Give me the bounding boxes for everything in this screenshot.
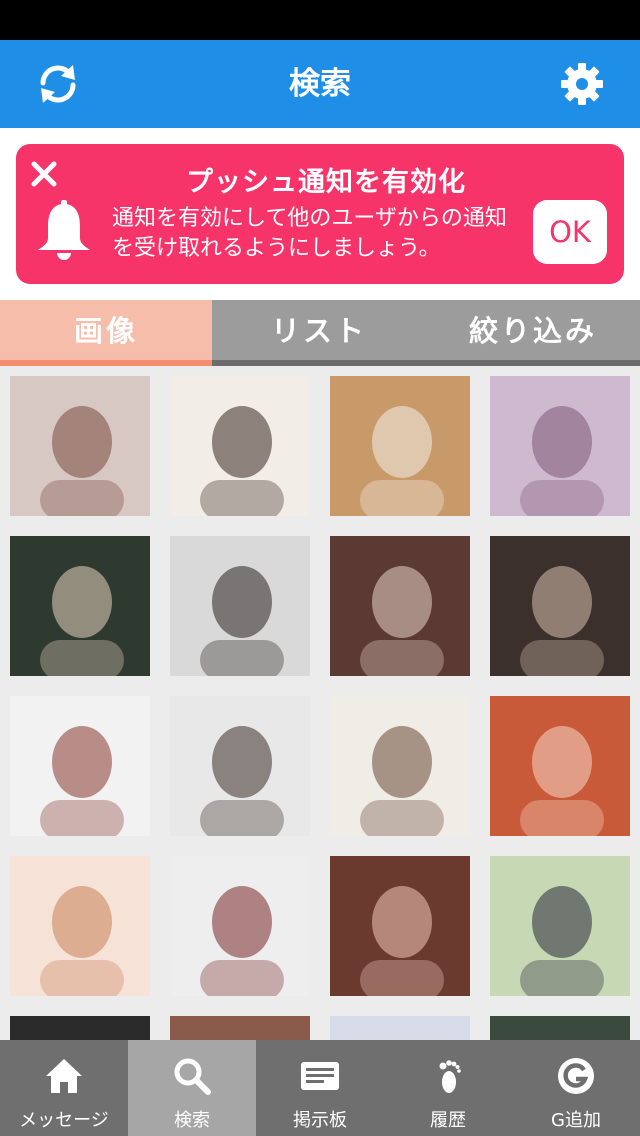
profile-photo[interactable]: [10, 696, 150, 836]
profile-photo[interactable]: [330, 856, 470, 996]
photo-placeholder: [170, 376, 310, 516]
bottom-tab-bar: メッセージ 検索 掲示板 履歴 G追加: [0, 1040, 640, 1136]
bell-icon: [38, 200, 90, 260]
close-icon[interactable]: [30, 160, 58, 188]
photo-placeholder: [490, 536, 630, 676]
profile-photo[interactable]: [490, 696, 630, 836]
photo-placeholder: [330, 536, 470, 676]
tabbar-item-history[interactable]: 履歴: [384, 1040, 512, 1136]
profile-photo[interactable]: [10, 536, 150, 676]
tabbar-label: G追加: [551, 1110, 601, 1131]
banner-message-line1: 通知を有効にして他のユーザからの通知: [112, 206, 507, 231]
photo-placeholder: [170, 1016, 310, 1040]
tabbar-item-board[interactable]: 掲示板: [256, 1040, 384, 1136]
banner-message-line2: を受け取れるようにしましょう。: [112, 236, 441, 261]
photo-placeholder: [170, 696, 310, 836]
tabbar-label: 履歴: [430, 1110, 466, 1131]
tabbar-label: メッセージ: [19, 1110, 109, 1131]
board-icon: [301, 1062, 339, 1090]
banner-message: 通知を有効にして他のユーザからの通知 を受け取れるようにしましょう。: [112, 204, 528, 264]
profile-photo[interactable]: [490, 536, 630, 676]
page-title: 検索: [289, 66, 351, 102]
profile-photo[interactable]: [330, 536, 470, 676]
view-tabs: 画像 リスト 絞り込み: [0, 300, 640, 366]
photo-placeholder: [330, 856, 470, 996]
tabbar-item-g-add[interactable]: G追加: [512, 1040, 640, 1136]
photo-placeholder: [490, 376, 630, 516]
photo-grid: [0, 366, 640, 1040]
gear-icon[interactable]: [560, 62, 604, 106]
profile-photo[interactable]: [10, 856, 150, 996]
home-icon: [46, 1059, 82, 1093]
photo-placeholder: [330, 696, 470, 836]
profile-photo[interactable]: [490, 856, 630, 996]
photo-placeholder: [10, 536, 150, 676]
profile-photo[interactable]: [170, 696, 310, 836]
g-circle-icon: [558, 1058, 594, 1094]
profile-photo[interactable]: [330, 696, 470, 836]
profile-photo[interactable]: [330, 376, 470, 516]
tabbar-item-message[interactable]: メッセージ: [0, 1040, 128, 1136]
tabbar-label: 検索: [174, 1110, 210, 1131]
tabbar-item-search[interactable]: 検索: [128, 1040, 256, 1136]
photo-placeholder: [490, 856, 630, 996]
profile-photo[interactable]: [10, 1016, 150, 1040]
tab-list[interactable]: リスト: [212, 300, 426, 366]
photo-placeholder: [330, 376, 470, 516]
push-notification-banner: プッシュ通知を有効化 通知を有効にして他のユーザからの通知 を受け取れるようにし…: [16, 144, 624, 284]
photo-placeholder: [10, 376, 150, 516]
profile-photo[interactable]: [490, 1016, 630, 1040]
search-icon: [174, 1058, 211, 1095]
tabbar-label: 掲示板: [293, 1110, 347, 1131]
ok-button[interactable]: OK: [533, 200, 607, 264]
photo-placeholder: [490, 1016, 630, 1040]
profile-photo[interactable]: [170, 1016, 310, 1040]
photo-placeholder: [330, 1016, 470, 1040]
footprint-icon: [439, 1060, 461, 1093]
photo-placeholder: [170, 856, 310, 996]
profile-photo[interactable]: [170, 376, 310, 516]
nav-bar: 検索: [0, 40, 640, 128]
profile-photo[interactable]: [490, 376, 630, 516]
profile-photo[interactable]: [170, 856, 310, 996]
banner-title: プッシュ通知を有効化: [186, 167, 466, 198]
tab-filter[interactable]: 絞り込み: [426, 300, 640, 366]
photo-placeholder: [10, 696, 150, 836]
tab-image[interactable]: 画像: [0, 300, 212, 366]
status-bar: [0, 0, 640, 40]
photo-placeholder: [10, 1016, 150, 1040]
photo-placeholder: [10, 856, 150, 996]
profile-photo[interactable]: [330, 1016, 470, 1040]
photo-placeholder: [170, 536, 310, 676]
profile-photo[interactable]: [170, 536, 310, 676]
photo-placeholder: [490, 696, 630, 836]
profile-photo[interactable]: [10, 376, 150, 516]
